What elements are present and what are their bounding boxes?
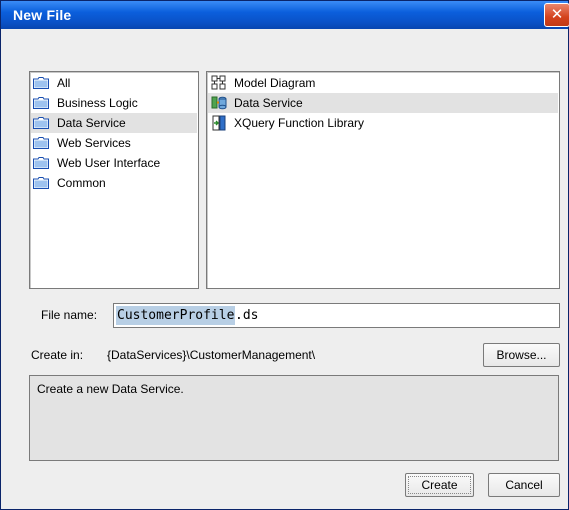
create-in-path: {DataServices}\CustomerManagement\ — [107, 348, 316, 362]
folder-icon — [33, 157, 49, 169]
category-item-web-services[interactable]: Web Services — [31, 133, 197, 153]
cancel-button[interactable]: Cancel — [488, 473, 560, 497]
category-label: Data Service — [57, 116, 126, 130]
folder-icon — [33, 137, 49, 149]
file-name-label: File name: — [41, 308, 98, 322]
category-label: Web Services — [57, 136, 131, 150]
category-label: Common — [57, 176, 106, 190]
create-button-label: Create — [408, 476, 471, 494]
template-label: Data Service — [234, 96, 303, 110]
template-label: Model Diagram — [234, 76, 316, 90]
folder-icon — [33, 97, 49, 109]
file-name-selected-text: CustomerProfile — [116, 306, 236, 325]
category-item-business-logic[interactable]: Business Logic — [31, 93, 197, 113]
category-item-all[interactable]: All — [31, 73, 197, 93]
folder-icon — [33, 77, 49, 89]
description-box: Create a new Data Service. — [29, 375, 559, 461]
template-item-xquery-function-library[interactable]: XQuery Function Library — [208, 113, 558, 133]
category-item-data-service[interactable]: Data Service — [31, 113, 197, 133]
create-in-label: Create in: — [31, 348, 84, 362]
category-label: Business Logic — [57, 96, 138, 110]
dialog-content: All Business Logic Data Service Web Serv… — [1, 29, 568, 509]
folder-icon — [33, 177, 49, 189]
browse-button[interactable]: Browse... — [483, 343, 560, 367]
category-list[interactable]: All Business Logic Data Service Web Serv… — [29, 71, 199, 289]
file-name-extension: .ds — [235, 308, 259, 323]
new-file-dialog: New File ✕ All Business Logic Data Servi… — [0, 0, 569, 510]
close-icon[interactable]: ✕ — [544, 3, 569, 27]
template-item-model-diagram[interactable]: Model Diagram — [208, 73, 558, 93]
xquery-library-icon — [212, 115, 226, 131]
data-service-icon — [211, 96, 227, 110]
folder-icon — [33, 117, 49, 129]
dialog-title: New File — [13, 7, 72, 23]
template-list[interactable]: Model Diagram Data Service XQuery Functi… — [206, 71, 560, 289]
create-button[interactable]: Create — [405, 473, 474, 497]
model-diagram-icon — [211, 75, 226, 90]
title-bar[interactable]: New File ✕ — [1, 1, 569, 29]
category-item-common[interactable]: Common — [31, 173, 197, 193]
category-label: Web User Interface — [57, 156, 161, 170]
template-item-data-service[interactable]: Data Service — [208, 93, 558, 113]
file-name-input[interactable]: CustomerProfile .ds — [113, 303, 560, 328]
template-label: XQuery Function Library — [234, 116, 365, 130]
category-item-web-user-interface[interactable]: Web User Interface — [31, 153, 197, 173]
category-label: All — [57, 76, 71, 90]
description-text: Create a new Data Service. — [37, 382, 184, 396]
